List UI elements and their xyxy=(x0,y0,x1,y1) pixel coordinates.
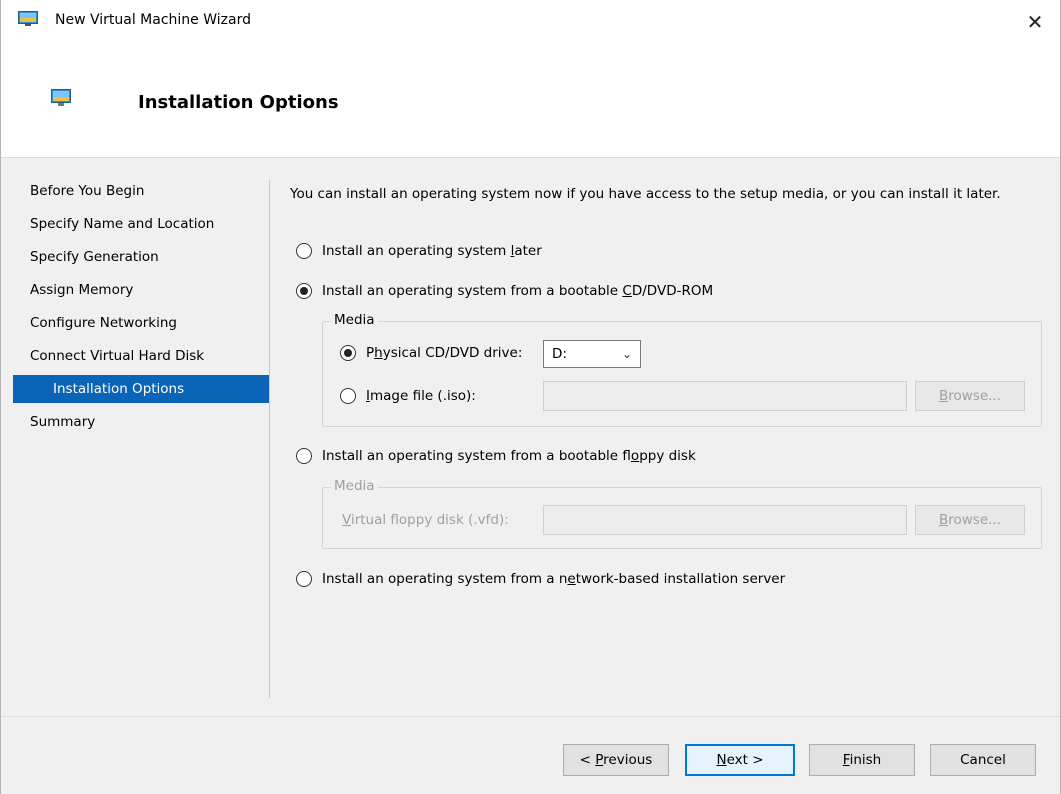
step-specify-name-and-location[interactable]: Specify Name and Location xyxy=(13,208,269,241)
step-specify-generation[interactable]: Specify Generation xyxy=(13,241,269,274)
finish-label: Finish xyxy=(842,752,882,768)
install-later-label: Install an operating system later xyxy=(322,243,542,259)
wizard-header: Installation Options xyxy=(0,45,1061,158)
virtual-floppy-input[interactable] xyxy=(543,505,907,535)
cancel-button[interactable]: Cancel xyxy=(930,744,1036,776)
option-install-later[interactable]: Install an operating system later xyxy=(296,243,542,259)
image-file-input[interactable] xyxy=(543,381,907,411)
install-cdrom-label: Install an operating system from a boota… xyxy=(322,283,714,299)
next-label: Next > xyxy=(716,752,764,768)
browse-iso-label: Browse... xyxy=(938,388,1002,404)
finish-button[interactable]: Finish xyxy=(809,744,915,776)
install-cdrom-radio[interactable] xyxy=(296,283,312,299)
install-later-radio[interactable] xyxy=(296,243,312,259)
image-file-label: Image file (.iso): xyxy=(366,388,476,404)
browse-vfd-label: Browse... xyxy=(938,512,1002,528)
step-configure-networking[interactable]: Configure Networking xyxy=(13,307,269,340)
physical-drive-value: D: xyxy=(552,346,567,362)
step-before-you-begin[interactable]: Before You Begin xyxy=(13,175,269,208)
previous-button[interactable]: < Previous xyxy=(563,744,669,776)
cd-media-group: Media xyxy=(322,312,1042,427)
chevron-down-icon: ⌄ xyxy=(621,347,632,361)
window-border-left xyxy=(0,45,1,794)
vm-monitor-icon xyxy=(51,89,71,106)
step-installation-options[interactable]: Installation Options xyxy=(13,375,269,403)
virtual-floppy-label: Virtual floppy disk (.vfd): xyxy=(342,512,509,528)
page-title: Installation Options xyxy=(138,92,339,113)
vm-monitor-icon xyxy=(18,11,38,26)
option-image-file[interactable]: Image file (.iso): xyxy=(340,388,476,404)
image-file-radio[interactable] xyxy=(340,388,356,404)
browse-vfd-button[interactable]: Browse... xyxy=(915,505,1025,535)
browse-iso-button[interactable]: Browse... xyxy=(915,381,1025,411)
sidebar-divider xyxy=(269,180,270,698)
next-button[interactable]: Next > xyxy=(685,744,795,776)
main-content: You can install an operating system now … xyxy=(290,186,1030,203)
install-floppy-label: Install an operating system from a boota… xyxy=(322,448,696,464)
floppy-media-legend: Media xyxy=(331,478,378,494)
install-floppy-radio[interactable] xyxy=(296,448,312,464)
title-bar: New Virtual Machine Wizard ✕ xyxy=(0,0,1061,45)
physical-drive-radio[interactable] xyxy=(340,345,356,361)
cd-media-legend: Media xyxy=(331,312,378,328)
footer-divider xyxy=(0,716,1061,717)
physical-drive-label: Physical CD/DVD drive: xyxy=(366,345,523,361)
option-install-network[interactable]: Install an operating system from a netwo… xyxy=(296,571,785,587)
close-icon: ✕ xyxy=(1026,10,1044,34)
window-title: New Virtual Machine Wizard xyxy=(55,12,251,28)
step-connect-virtual-hard-disk[interactable]: Connect Virtual Hard Disk xyxy=(13,340,269,373)
install-network-radio[interactable] xyxy=(296,571,312,587)
option-install-floppy[interactable]: Install an operating system from a boota… xyxy=(296,448,696,464)
physical-drive-select[interactable]: D: ⌄ xyxy=(543,340,641,368)
step-assign-memory[interactable]: Assign Memory xyxy=(13,274,269,307)
intro-text: You can install an operating system now … xyxy=(290,186,1001,202)
wizard-steps-nav: Before You Begin Specify Name and Locati… xyxy=(13,175,269,439)
previous-label: < Previous xyxy=(579,752,653,768)
close-button[interactable]: ✕ xyxy=(1011,4,1059,40)
install-network-label: Install an operating system from a netwo… xyxy=(322,571,786,587)
option-install-cdrom[interactable]: Install an operating system from a boota… xyxy=(296,283,713,299)
option-physical-drive[interactable]: Physical CD/DVD drive: xyxy=(340,345,522,361)
step-summary[interactable]: Summary xyxy=(13,406,269,439)
